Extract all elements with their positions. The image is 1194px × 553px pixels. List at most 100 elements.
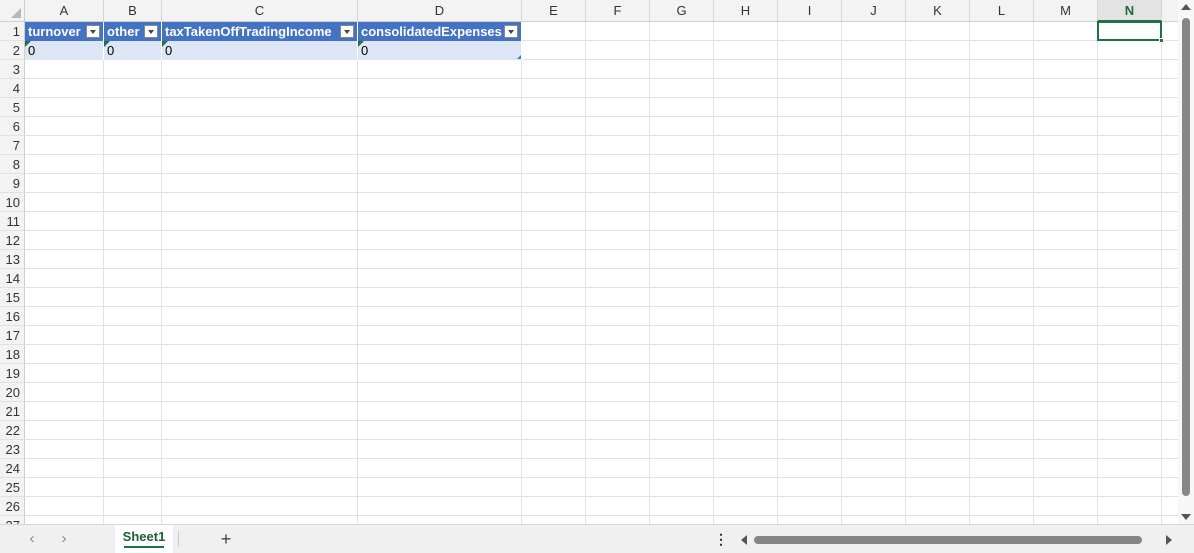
sheet-tab-bar: ‹ › Sheet1 + ⋮	[0, 524, 1194, 553]
column-header-g[interactable]: G	[650, 0, 714, 22]
column-header-h[interactable]: H	[714, 0, 778, 22]
row-header-8[interactable]: 8	[0, 155, 25, 174]
sheet-tab-label: Sheet1	[122, 529, 166, 544]
row-header-24[interactable]: 24	[0, 459, 25, 478]
row-header-18[interactable]: 18	[0, 345, 25, 364]
number-as-text-indicator-icon	[25, 41, 31, 47]
row-header-16[interactable]: 16	[0, 307, 25, 326]
row-header-2[interactable]: 2	[0, 41, 25, 60]
column-header-m[interactable]: M	[1034, 0, 1098, 22]
row-gridline	[25, 401, 1178, 402]
row-header-3[interactable]: 3	[0, 60, 25, 79]
row-header-19[interactable]: 19	[0, 364, 25, 383]
row-gridline	[25, 211, 1178, 212]
filter-dropdown-icon[interactable]	[144, 25, 158, 38]
row-gridline	[25, 439, 1178, 440]
row-gridline	[25, 154, 1178, 155]
table-header-cell[interactable]: consolidatedExpenses	[358, 22, 522, 41]
row-gridline	[25, 268, 1178, 269]
column-header-e[interactable]: E	[522, 0, 586, 22]
prev-sheet-button[interactable]: ‹	[24, 531, 40, 547]
row-header-12[interactable]: 12	[0, 231, 25, 250]
table-header-label: turnover	[28, 24, 81, 39]
filter-dropdown-icon[interactable]	[504, 25, 518, 38]
table-data-cell[interactable]: 0	[25, 41, 104, 60]
horizontal-scroll-thumb[interactable]	[754, 536, 1142, 544]
column-header-a[interactable]: A	[25, 0, 104, 22]
row-header-22[interactable]: 22	[0, 421, 25, 440]
number-as-text-indicator-icon	[358, 41, 364, 47]
column-header-n[interactable]: N	[1098, 0, 1162, 22]
row-header-27[interactable]: 27	[0, 516, 25, 524]
active-cell-N1[interactable]	[1097, 21, 1164, 43]
row-header-4[interactable]: 4	[0, 79, 25, 98]
table-header-cell[interactable]: taxTakenOffTradingIncome	[162, 22, 358, 41]
row-header-20[interactable]: 20	[0, 383, 25, 402]
row-gridline	[25, 325, 1178, 326]
filter-dropdown-icon[interactable]	[86, 25, 100, 38]
row-gridline	[25, 230, 1178, 231]
select-all-button[interactable]	[0, 0, 25, 22]
row-gridline	[25, 249, 1178, 250]
number-as-text-indicator-icon	[162, 41, 168, 47]
row-gridline	[25, 344, 1178, 345]
column-header-k[interactable]: K	[906, 0, 970, 22]
row-header-23[interactable]: 23	[0, 440, 25, 459]
row-header-6[interactable]: 6	[0, 117, 25, 136]
row-gridline	[25, 496, 1178, 497]
vertical-scrollbar[interactable]	[1178, 0, 1194, 524]
row-gridline	[25, 477, 1178, 478]
row-header-7[interactable]: 7	[0, 136, 25, 155]
vertical-scroll-thumb[interactable]	[1182, 18, 1190, 496]
number-as-text-indicator-icon	[104, 41, 110, 47]
row-gridline	[25, 515, 1178, 516]
column-header-c[interactable]: C	[162, 0, 358, 22]
spreadsheet-grid[interactable]: ABCDEFGHIJKLMN 1 2 3 4 5 6 7 8 9 10 11 12 13 14 15 16 17…	[0, 0, 1178, 524]
table-header-cell[interactable]: turnover	[25, 22, 104, 41]
scroll-right-icon[interactable]	[1166, 535, 1172, 545]
row-header-5[interactable]: 5	[0, 98, 25, 117]
plus-icon: +	[220, 529, 232, 549]
row-header-15[interactable]: 15	[0, 288, 25, 307]
next-sheet-button[interactable]: ›	[56, 531, 72, 547]
table-resize-handle[interactable]	[517, 55, 521, 59]
row-gridline	[25, 306, 1178, 307]
filter-dropdown-icon[interactable]	[340, 25, 354, 38]
table-data-cell[interactable]: 0	[104, 41, 162, 60]
row-header-9[interactable]: 9	[0, 174, 25, 193]
sheet-tab-sheet1[interactable]: Sheet1	[115, 525, 173, 553]
scroll-left-icon[interactable]	[741, 535, 747, 545]
row-gridline	[25, 78, 1178, 79]
row-header-26[interactable]: 26	[0, 497, 25, 516]
row-header-14[interactable]: 14	[0, 269, 25, 288]
row-gridline	[25, 135, 1178, 136]
more-options-button[interactable]: ⋮	[714, 531, 728, 549]
table-header-cell[interactable]: other	[104, 22, 162, 41]
table-data-cell[interactable]: 0	[358, 41, 522, 60]
vertical-dots-icon: ⋮	[714, 531, 728, 547]
column-header-b[interactable]: B	[104, 0, 162, 22]
row-header-1[interactable]: 1	[0, 22, 25, 41]
column-header-partial	[1162, 0, 1178, 22]
row-gridline	[25, 192, 1178, 193]
table-data-cell[interactable]: 0	[162, 41, 358, 60]
scroll-up-icon[interactable]	[1181, 4, 1191, 10]
row-header-17[interactable]: 17	[0, 326, 25, 345]
column-header-j[interactable]: J	[842, 0, 906, 22]
column-header-f[interactable]: F	[586, 0, 650, 22]
row-header-13[interactable]: 13	[0, 250, 25, 269]
column-header-l[interactable]: L	[970, 0, 1034, 22]
table-header-label: other	[107, 24, 140, 39]
fill-handle[interactable]	[1159, 38, 1164, 43]
row-header-21[interactable]: 21	[0, 402, 25, 421]
column-header-d[interactable]: D	[358, 0, 522, 22]
row-gridline	[25, 97, 1178, 98]
scroll-down-icon[interactable]	[1181, 514, 1191, 520]
row-gridline	[25, 173, 1178, 174]
row-gridline	[25, 382, 1178, 383]
row-header-10[interactable]: 10	[0, 193, 25, 212]
row-header-11[interactable]: 11	[0, 212, 25, 231]
row-header-25[interactable]: 25	[0, 478, 25, 497]
column-header-i[interactable]: I	[778, 0, 842, 22]
add-sheet-button[interactable]: +	[216, 529, 236, 549]
